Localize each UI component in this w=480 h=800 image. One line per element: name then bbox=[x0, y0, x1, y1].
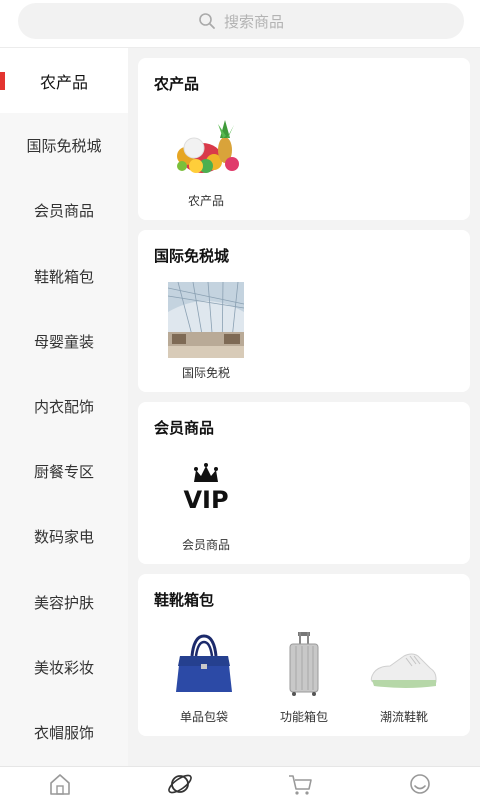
sidebar-item-label: 鞋靴箱包 bbox=[33, 267, 94, 286]
section-title: 国际免税城 bbox=[154, 247, 230, 265]
section-agriculture: 农产品 农产品 bbox=[138, 58, 470, 220]
product-label: 农产品 bbox=[187, 194, 224, 208]
section-shoes-bags: 鞋靴箱包 单品包袋 功能箱包 潮流鞋靴 bbox=[138, 574, 470, 736]
sidebar-item-shoes-bags[interactable]: 鞋靴箱包 bbox=[0, 244, 128, 309]
fruit-basket-image bbox=[177, 120, 239, 173]
sidebar-item-apparel[interactable]: 衣帽服饰 bbox=[0, 700, 128, 765]
sidebar-item-label: 会员商品 bbox=[33, 202, 94, 221]
search-header: 搜索商品 bbox=[0, 0, 480, 48]
sidebar-item-digital[interactable]: 数码家电 bbox=[0, 504, 128, 569]
product-label: 会员商品 bbox=[181, 538, 230, 552]
section-duty-free: 国际免税城 国际免税 bbox=[138, 230, 470, 392]
sidebar-item-label: 数码家电 bbox=[33, 528, 94, 547]
category-page: 搜索商品 农产品 国际免税城 会员商品 鞋靴箱包 母婴童装 内衣配饰 厨餐专区 … bbox=[0, 0, 480, 800]
category-icon bbox=[168, 774, 192, 793]
product-item[interactable]: 功能箱包 bbox=[254, 618, 354, 726]
tab-cart[interactable] bbox=[270, 767, 330, 800]
handbag-image bbox=[176, 634, 232, 692]
product-item[interactable]: VIP 会员商品 bbox=[154, 446, 258, 554]
sidebar-item-kitchen[interactable]: 厨餐专区 bbox=[0, 439, 128, 504]
mall-interior-image bbox=[168, 282, 244, 358]
product-item[interactable]: 农产品 bbox=[154, 102, 258, 210]
svg-text:VIP: VIP bbox=[183, 486, 228, 514]
search-input[interactable]: 搜索商品 bbox=[18, 3, 464, 39]
sidebar-item-baby[interactable]: 母婴童装 bbox=[0, 309, 128, 374]
sidebar-item-label: 国际免税城 bbox=[26, 137, 102, 156]
category-content: 农产品 农产品 国际免税城 国际免税 会员商品 VIP 会员商品 鞋靴箱包 单品… bbox=[128, 48, 480, 766]
product-item[interactable]: 国际免税 bbox=[154, 274, 258, 382]
product-label: 潮流鞋靴 bbox=[379, 710, 428, 724]
sidebar-item-makeup[interactable]: 美妆彩妆 bbox=[0, 635, 128, 700]
bottom-tab-bar bbox=[0, 766, 480, 800]
sidebar-item-label: 内衣配饰 bbox=[33, 398, 94, 417]
product-label: 功能箱包 bbox=[279, 710, 328, 724]
category-sidebar: 农产品 国际免税城 会员商品 鞋靴箱包 母婴童装 内衣配饰 厨餐专区 数码家电 … bbox=[0, 48, 128, 766]
section-title: 会员商品 bbox=[154, 419, 215, 437]
sneaker-image bbox=[370, 653, 437, 688]
product-label: 国际免税 bbox=[181, 366, 230, 380]
section-title: 鞋靴箱包 bbox=[154, 591, 215, 609]
sidebar-item-label: 衣帽服饰 bbox=[33, 723, 94, 742]
home-icon bbox=[50, 773, 70, 795]
sidebar-item-agriculture[interactable]: 农产品 bbox=[0, 48, 128, 114]
profile-icon bbox=[410, 773, 430, 794]
sidebar-item-skincare[interactable]: 美容护肤 bbox=[0, 570, 128, 635]
tab-home[interactable] bbox=[30, 767, 90, 800]
tab-profile[interactable] bbox=[390, 767, 450, 800]
sidebar-item-label: 母婴童装 bbox=[33, 332, 94, 351]
sidebar-item-label: 农产品 bbox=[39, 72, 88, 92]
section-member: 会员商品 VIP 会员商品 bbox=[138, 402, 470, 564]
vip-crown-image: VIP bbox=[183, 463, 229, 514]
tab-category[interactable] bbox=[150, 767, 210, 800]
product-label: 单品包袋 bbox=[179, 710, 228, 724]
section-title: 农产品 bbox=[154, 75, 200, 93]
search-placeholder: 搜索商品 bbox=[223, 12, 284, 31]
sidebar-item-duty-free[interactable]: 国际免税城 bbox=[0, 113, 128, 178]
sidebar-item-label: 美妆彩妆 bbox=[33, 658, 94, 677]
sidebar-item-underwear[interactable]: 内衣配饰 bbox=[0, 374, 128, 439]
product-item[interactable]: 单品包袋 bbox=[154, 618, 254, 726]
sidebar-item-label: 美容护肤 bbox=[33, 593, 94, 612]
sidebar-item-label: 厨餐专区 bbox=[33, 463, 94, 482]
sidebar-item-member[interactable]: 会员商品 bbox=[0, 178, 128, 243]
search-icon bbox=[199, 13, 215, 29]
suitcase-image bbox=[289, 632, 319, 696]
product-item[interactable]: 潮流鞋靴 bbox=[354, 618, 454, 726]
cart-icon bbox=[289, 774, 312, 795]
